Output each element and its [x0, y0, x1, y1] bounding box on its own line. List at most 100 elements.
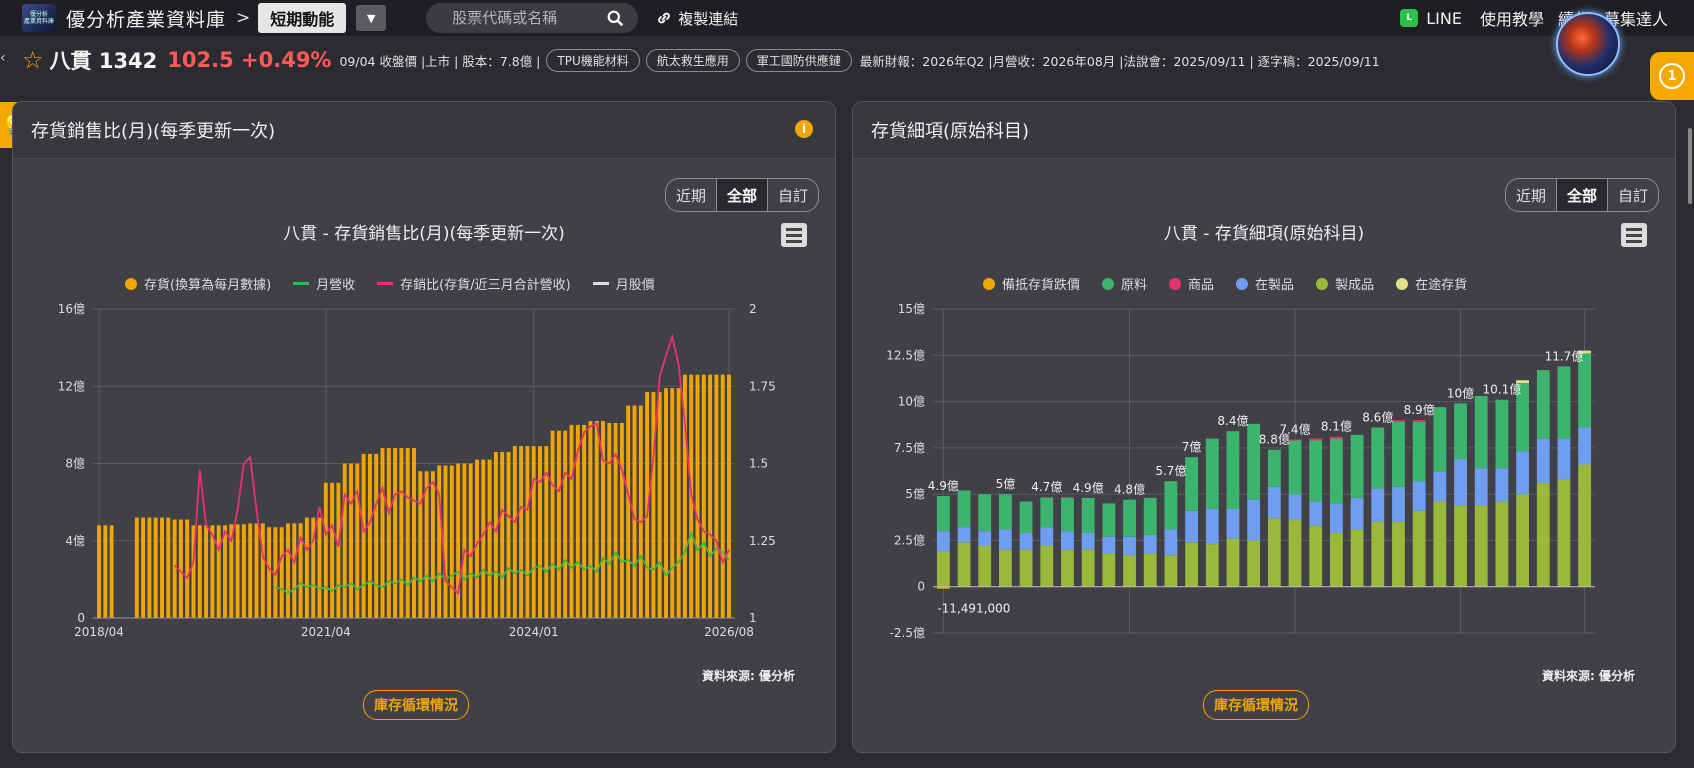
inventory-bar — [443, 465, 448, 618]
stack-segment — [1474, 468, 1488, 506]
inventory-bar — [355, 463, 360, 618]
inventory-bar — [166, 517, 171, 618]
stack-segment — [1185, 457, 1199, 511]
search-box[interactable] — [426, 3, 639, 33]
chart-menu-icon[interactable] — [781, 223, 807, 247]
inventory-bar — [412, 448, 416, 618]
stack-segment — [1309, 501, 1323, 526]
inventory-bar — [279, 527, 284, 618]
inventory-bar — [204, 525, 209, 618]
panel-title: 存貨細項(原始科目) — [871, 121, 1030, 142]
inventory-bar — [594, 421, 599, 618]
inventory-bar — [97, 525, 101, 618]
stack-segment — [1433, 407, 1447, 472]
range-custom-button[interactable]: 自訂 — [768, 179, 818, 211]
concept-tag[interactable]: 軍工國防供應鏈 — [745, 48, 852, 72]
legend-item[interactable]: 月股價 — [592, 274, 655, 293]
legend-item[interactable]: 存銷比(存貨/近三月合計營收) — [377, 274, 571, 293]
notification-tab[interactable]: 1 — [1650, 52, 1694, 100]
inventory-bar — [172, 519, 177, 618]
inventory-bar — [720, 374, 725, 618]
inventory-bar — [254, 523, 259, 618]
stack-segment — [1392, 420, 1405, 422]
stack-segment — [1350, 497, 1364, 530]
y-tick-label: 0 — [917, 580, 925, 594]
range-recent-button[interactable]: 近期 — [1506, 179, 1558, 211]
tutorial-link[interactable]: 使用教學 — [1480, 6, 1544, 30]
stack-segment — [1019, 549, 1033, 587]
legend-item[interactable]: 在途存貨 — [1396, 274, 1467, 293]
panel-title-bar: 存貨銷售比(月)(每季更新一次) i — [13, 102, 835, 159]
concept-tag[interactable]: TPU機能材料 — [546, 48, 640, 72]
stack-segment — [978, 494, 992, 532]
stack-segment — [1412, 421, 1426, 482]
stock-price-change: 102.5 +0.49% — [167, 48, 332, 72]
range-recent-button[interactable]: 近期 — [666, 179, 718, 211]
range-all-button[interactable]: 全部 — [1557, 179, 1609, 211]
data-source: 資料來源: 優分析 — [1542, 669, 1635, 683]
legend-item[interactable]: 存貨(換算為每月數據) — [125, 274, 271, 293]
inventory-bar — [525, 446, 530, 618]
stack-segment — [1061, 531, 1074, 550]
inventory-bar — [292, 523, 297, 618]
stack-segment — [978, 545, 992, 587]
panel-body: 近期 全部 自訂 八貫 - 存貨細項(原始科目) 備抵存貨跌價 原料 商品 在製… — [853, 159, 1675, 752]
search-input[interactable] — [450, 8, 605, 28]
legend-item[interactable]: 月營收 — [293, 274, 355, 293]
legend-item[interactable]: 商品 — [1169, 274, 1214, 293]
link-icon — [658, 12, 671, 24]
total-data-label: 4.7億 — [1031, 480, 1062, 494]
stack-segment — [1226, 538, 1240, 587]
stack-segment — [1536, 438, 1550, 484]
inventory-bar — [393, 448, 398, 618]
page-scrollbar[interactable] — [1688, 128, 1692, 204]
total-data-label: 8.6億 — [1362, 410, 1393, 424]
stack-segment — [1205, 438, 1219, 509]
star-icon[interactable]: ☆ — [22, 46, 44, 74]
inventory-bar — [569, 424, 574, 618]
brand-logo[interactable]: 優分析 產業資料庫 — [22, 4, 56, 32]
legend-item[interactable]: 原料 — [1102, 274, 1147, 293]
stack-segment — [1061, 496, 1074, 498]
stack-segment — [1019, 501, 1033, 534]
y2-tick-label: 1.25 — [749, 534, 776, 548]
range-custom-button[interactable]: 自訂 — [1608, 179, 1658, 211]
inventory-bar — [430, 471, 435, 618]
legend-item[interactable]: 製成品 — [1316, 274, 1374, 293]
chart-title: 八貫 - 存貨銷售比(月)(每季更新一次) — [283, 224, 565, 244]
range-all-button[interactable]: 全部 — [717, 179, 769, 211]
stock-meta-info: 最新財報：2026年Q2 |月營收：2026年08月 |法說會：2025/09/… — [859, 53, 1380, 69]
stack-segment — [1536, 370, 1550, 439]
inventory-bar — [512, 446, 517, 618]
x-tick-label: 2026Q2 — [1561, 640, 1609, 641]
inventory-bar — [178, 519, 183, 618]
stack-segment — [1412, 481, 1426, 511]
stack-segment — [1578, 353, 1592, 428]
legend-item[interactable]: 在製品 — [1236, 274, 1294, 293]
y-tick-label: 12億 — [58, 379, 85, 393]
total-data-label: 5億 — [996, 477, 1016, 491]
stack-segment — [1226, 431, 1240, 509]
line-link[interactable]: LINE — [1426, 9, 1462, 28]
stock-quote-info: 09/04 收盤價 |上市 | 股本：7.8億 | — [339, 53, 541, 69]
stack-segment — [1288, 439, 1302, 441]
inventory-cycle-button[interactable]: 庫存循環情況 — [1203, 690, 1309, 720]
copy-link-button[interactable]: 複製連結 — [656, 8, 738, 29]
legend-item[interactable]: 備抵存貨跌價 — [983, 274, 1080, 293]
inventory-bar — [538, 446, 542, 618]
line-icon[interactable]: L — [1400, 9, 1419, 27]
chart-menu-icon[interactable] — [1621, 223, 1647, 247]
inventory-cycle-button[interactable]: 庫存循環情況 — [363, 690, 469, 720]
total-data-label: 11.7億 — [1545, 349, 1584, 363]
stack-segment — [1454, 403, 1467, 459]
stack-segment — [1454, 458, 1467, 506]
info-icon[interactable]: i — [795, 120, 813, 138]
collapse-left-icon[interactable]: ‹ — [0, 50, 6, 66]
search-icon[interactable] — [607, 10, 624, 27]
mode-dropdown-button[interactable]: ▼ — [356, 5, 387, 31]
mode-label[interactable]: 短期動能 — [258, 3, 347, 33]
brand-name[interactable]: 優分析產業資料庫 — [66, 5, 226, 32]
panel-title-bar: 存貨細項(原始科目) — [853, 102, 1675, 159]
concept-tag[interactable]: 航太救生應用 — [645, 48, 740, 72]
total-data-label: 10.1億 — [1483, 383, 1522, 397]
